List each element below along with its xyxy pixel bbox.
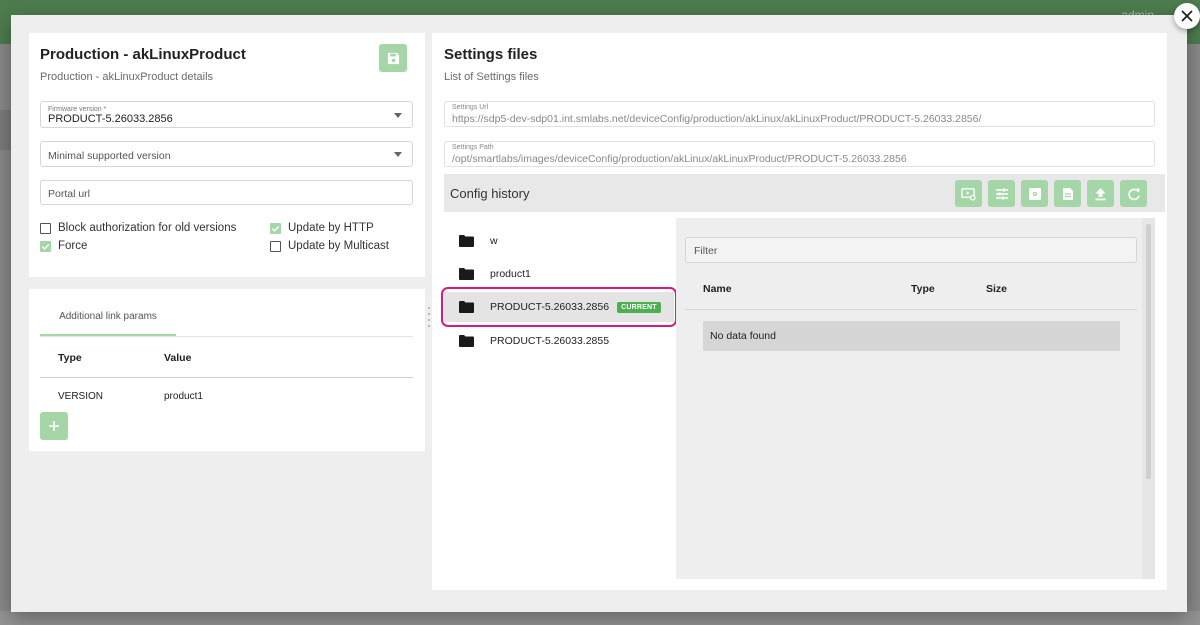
panel-resize-handle[interactable] [425, 307, 432, 327]
folder-item-product1[interactable]: product1 [444, 259, 674, 289]
force-checkbox[interactable]: Force [40, 240, 87, 252]
upload-button[interactable] [1087, 180, 1114, 207]
update-http-checkbox[interactable]: Update by HTTP [270, 222, 374, 234]
column-header-value: Value [164, 352, 192, 364]
divider [685, 309, 1137, 310]
product-dialog: Production - akLinuxProduct Production -… [11, 15, 1187, 612]
checkbox-checked-icon [40, 240, 51, 252]
add-param-button[interactable] [40, 412, 68, 440]
save-icon [387, 52, 399, 64]
video-settings-icon [961, 188, 976, 201]
update-multicast-label: Update by Multicast [288, 240, 389, 252]
checkbox-checked-icon [270, 222, 281, 234]
folder-name: product1 [490, 268, 531, 280]
settings-files-card: Settings files List of Settings files Se… [432, 33, 1167, 590]
folder-name: w [490, 235, 498, 247]
close-button[interactable] [1174, 3, 1200, 29]
page-title: Production - akLinuxProduct [40, 46, 246, 63]
update-http-label: Update by HTTP [288, 222, 374, 234]
config-history-title: Config history [450, 186, 530, 201]
portal-url-input[interactable]: Portal url [40, 180, 413, 205]
filter-placeholder: Filter [694, 245, 718, 257]
save-button[interactable] [379, 44, 407, 72]
refresh-icon [1127, 187, 1140, 200]
settings-title: Settings files [444, 46, 538, 63]
settings-path-value: /opt/smartlabs/images/deviceConfig/produ… [452, 153, 907, 165]
minimal-version-placeholder: Minimal supported version [48, 150, 171, 162]
files-pane: Filter Name Type Size No data found [676, 218, 1155, 579]
folder-icon [459, 335, 474, 347]
settings-applications-button[interactable] [1021, 180, 1048, 207]
update-multicast-checkbox[interactable]: Update by Multicast [270, 240, 389, 252]
block-auth-label: Block authorization for old versions [58, 222, 237, 234]
description-icon [1062, 187, 1073, 200]
description-button[interactable] [1054, 180, 1081, 207]
param-type-cell: VERSION [58, 391, 104, 402]
folder-item-w[interactable]: w [444, 226, 674, 256]
column-header-type: Type [58, 352, 82, 364]
settings-path-label: Settings Path [452, 144, 494, 151]
settings-url-label: Settings Url [452, 104, 489, 111]
filter-input[interactable]: Filter [685, 237, 1137, 263]
divider [40, 336, 413, 337]
backdrop-bottom [0, 611, 1200, 625]
column-header-name[interactable]: Name [703, 283, 732, 295]
tab-additional-link-params[interactable]: Additional link params [40, 311, 176, 336]
portal-url-placeholder: Portal url [48, 188, 91, 200]
column-header-type[interactable]: Type [911, 283, 935, 295]
product-details-card: Production - akLinuxProduct Production -… [29, 33, 425, 277]
folder-icon [459, 235, 474, 247]
tune-button[interactable] [988, 180, 1015, 207]
plus-icon [49, 421, 59, 431]
block-auth-checkbox[interactable]: Block authorization for old versions [40, 222, 236, 234]
chevron-down-icon [394, 112, 402, 118]
refresh-button[interactable] [1120, 180, 1147, 207]
selection-highlight [441, 287, 677, 327]
chevron-down-icon [394, 152, 402, 157]
column-header-size[interactable]: Size [986, 283, 1007, 295]
upload-icon [1095, 187, 1106, 200]
minimal-version-select[interactable]: Minimal supported version [40, 141, 413, 167]
firmware-version-value: PRODUCT-5.26033.2856 [48, 113, 173, 125]
param-value-cell: product1 [164, 391, 203, 402]
force-label: Force [58, 240, 88, 252]
settings-url-value: https://sdp5-dev-sdp01.int.smlabs.net/de… [452, 113, 982, 125]
checkbox-unchecked-icon [40, 222, 51, 234]
folder-icon [459, 268, 474, 280]
firmware-version-select[interactable]: Firmware version * PRODUCT-5.26033.2856 [40, 101, 413, 128]
video-settings-button[interactable] [955, 180, 982, 207]
config-history-toolbar: Config history [444, 174, 1165, 212]
tune-icon [995, 188, 1008, 199]
settings-applications-icon [1028, 187, 1041, 200]
link-params-card: Additional link params Type Value VERSIO… [29, 289, 425, 451]
page-subtitle: Production - akLinuxProduct details [40, 71, 214, 83]
checkbox-unchecked-icon [270, 240, 281, 252]
folder-item-2855[interactable]: PRODUCT-5.26033.2855 [444, 326, 674, 356]
settings-path-field[interactable]: Settings Path /opt/smartlabs/images/devi… [444, 141, 1155, 167]
empty-state: No data found [703, 321, 1120, 351]
close-icon [1181, 10, 1193, 22]
settings-url-field[interactable]: Settings Url https://sdp5-dev-sdp01.int.… [444, 101, 1155, 127]
folder-name: PRODUCT-5.26033.2855 [490, 335, 610, 347]
divider [40, 377, 413, 378]
scrollbar-thumb[interactable] [1146, 224, 1151, 479]
empty-state-text: No data found [710, 330, 776, 342]
settings-subtitle: List of Settings files [444, 71, 539, 83]
firmware-version-label: Firmware version * [48, 106, 107, 113]
